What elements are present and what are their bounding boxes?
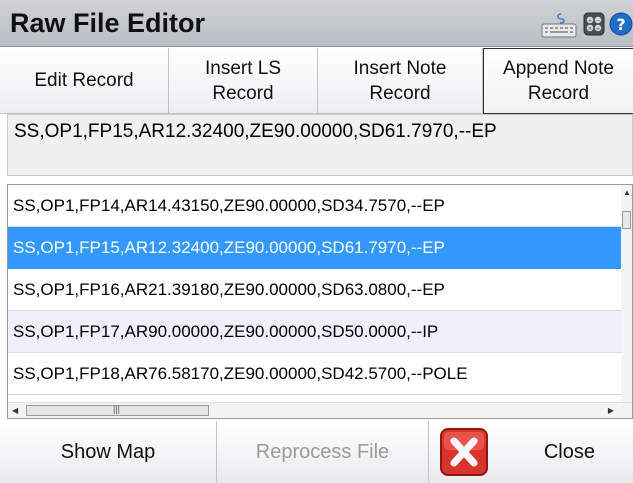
tab-insert-note-record[interactable]: Insert Note Record	[318, 48, 483, 114]
tab-edit-record[interactable]: Edit Record	[0, 48, 169, 114]
vertical-scroll-thumb[interactable]	[622, 211, 631, 229]
scroll-up-arrow-icon[interactable]: ▲	[623, 188, 631, 197]
tab-append-note-record[interactable]: Append Note Record	[483, 48, 633, 114]
svg-text:×: ×	[588, 26, 592, 32]
reprocess-file-button[interactable]: Reprocess File	[217, 421, 429, 483]
list-item-selected[interactable]: SS,OP1,FP15,AR12.32400,ZE90.00000,SD61.7…	[8, 227, 622, 269]
record-action-tabs: Edit Record Insert LS Record Insert Note…	[0, 48, 633, 114]
record-edit-value: SS,OP1,FP15,AR12.32400,ZE90.00000,SD61.7…	[14, 121, 497, 142]
list-item[interactable]: SS,OP1,FP17,AR90.00000,ZE90.00000,SD50.0…	[8, 311, 622, 353]
close-button[interactable]: Close	[429, 421, 633, 483]
close-button-label: Close	[543, 440, 595, 463]
window-title: Raw File Editor	[10, 8, 206, 38]
keyboard-icon[interactable]	[541, 12, 577, 38]
list-item[interactable]: SS,OP1,FP16,AR21.39180,ZE90.00000,SD63.0…	[8, 269, 622, 311]
show-map-button[interactable]: Show Map	[0, 421, 217, 483]
calculator-icon[interactable]: + − × ÷	[583, 12, 605, 36]
tab-insert-ls-record[interactable]: Insert LS Record	[169, 48, 318, 114]
help-icon[interactable]: ?	[609, 12, 633, 36]
list-item[interactable]: SS,OP1,FP18,AR76.58170,ZE90.00000,SD42.5…	[8, 353, 622, 395]
svg-text:−: −	[596, 18, 600, 24]
raw-records-list[interactable]: SS,OP1,FP14,AR14.43150,ZE90.00000,SD34.7…	[7, 184, 633, 419]
svg-text:÷: ÷	[596, 26, 600, 32]
scroll-left-arrow-icon[interactable]: ◀	[12, 406, 18, 415]
bottom-action-bar: Show Map Reprocess File Close	[0, 421, 633, 483]
list-item[interactable]: SS,OP1,FP14,AR14.43150,ZE90.00000,SD34.7…	[8, 185, 622, 227]
scroll-right-arrow-icon[interactable]: ▶	[608, 406, 614, 415]
record-edit-field[interactable]: SS,OP1,FP15,AR12.32400,ZE90.00000,SD61.7…	[7, 114, 633, 176]
svg-text:?: ?	[616, 15, 625, 34]
svg-text:+: +	[588, 18, 592, 24]
close-icon	[440, 428, 488, 476]
horizontal-scrollbar[interactable]: ◀ ||| ▶	[8, 402, 632, 418]
horizontal-scroll-thumb[interactable]: |||	[26, 404, 209, 416]
title-bar: Raw File Editor + − × ÷ ?	[0, 0, 633, 47]
vertical-scrollbar[interactable]: ▲	[621, 185, 632, 403]
scroll-grip-icon: |||	[113, 404, 121, 414]
